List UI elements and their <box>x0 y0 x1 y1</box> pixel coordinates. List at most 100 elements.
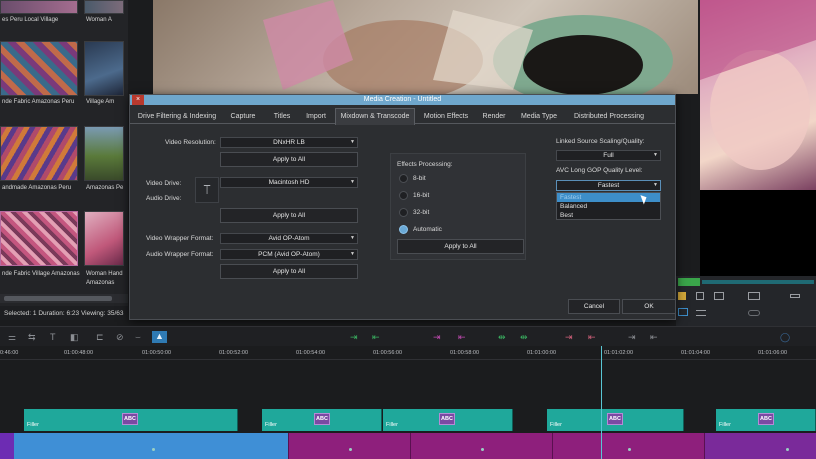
timeline-ruler[interactable]: 0:46:00 01:00:48:00 01:00:50:00 01:00:52… <box>0 346 816 360</box>
mark-icon[interactable]: ⇥ <box>433 332 441 342</box>
video-clip[interactable] <box>288 433 410 459</box>
viewer-position-bar[interactable] <box>702 280 814 284</box>
panel-icon[interactable]: ◧ <box>70 332 79 342</box>
apply-to-all-button[interactable]: Apply to All <box>220 264 358 279</box>
bin-status-bar: Selected: 1 Duration: 6:23 Viewing: 35/6… <box>0 306 128 320</box>
curve-icon[interactable]: ⌣ <box>135 332 141 342</box>
clip-marker <box>481 448 484 451</box>
filler-clip[interactable]: Filler ABC <box>383 409 513 431</box>
text-tool-icon[interactable]: T <box>50 332 56 342</box>
video-clip[interactable] <box>14 433 288 459</box>
viewer-button-icon[interactable] <box>696 310 706 316</box>
apply-to-all-button[interactable]: Apply to All <box>220 152 358 167</box>
scrollbar-thumb[interactable] <box>4 296 112 301</box>
viewer-button-icon[interactable] <box>714 292 724 300</box>
source-viewer[interactable] <box>153 0 698 94</box>
mark-icon[interactable]: ⇹ <box>520 332 528 342</box>
drive-link-icon[interactable]: ⟙ <box>195 177 219 203</box>
radio-32-bit-label: 32-bit <box>413 209 430 216</box>
filler-clip[interactable]: Filler ABC <box>716 409 816 431</box>
video-clip[interactable] <box>0 433 14 459</box>
bin-thumbnail[interactable] <box>0 41 78 96</box>
bin-thumbnail[interactable] <box>84 0 124 14</box>
tab-capture[interactable]: Capture <box>226 109 260 124</box>
bin-thumbnail[interactable] <box>0 0 78 14</box>
gop-quality-select[interactable]: Fastest ▼ <box>556 180 661 191</box>
bin-thumbnail[interactable] <box>0 211 78 266</box>
bin-thumbnail-caption: Amazonas <box>86 280 115 286</box>
timecode-label: 01:01:02:00 <box>604 350 634 356</box>
apply-to-all-button[interactable]: Apply to All <box>397 239 524 254</box>
chevron-down-icon: ▼ <box>653 152 658 158</box>
video-clip[interactable] <box>552 433 704 459</box>
audio-wrapper-format-select[interactable]: PCM (Avid OP-Atom) ▼ <box>220 249 358 260</box>
video-clip[interactable] <box>410 433 552 459</box>
timeline-playhead[interactable] <box>601 346 602 459</box>
lift-icon[interactable]: ⇥ <box>628 332 636 342</box>
video-wrapper-format-select[interactable]: Avid OP-Atom ▼ <box>220 233 358 244</box>
disable-icon[interactable]: ⊘ <box>116 332 124 342</box>
linked-source-scaling-label: Linked Source Scaling/Quality: <box>556 138 645 145</box>
extract-icon[interactable]: ⇤ <box>650 332 658 342</box>
viewer-button-icon[interactable] <box>696 292 704 300</box>
dialog-title: Media Creation - Untitled <box>130 95 675 105</box>
tab-titles[interactable]: Titles <box>268 109 296 124</box>
tab-mixdown-transcode[interactable]: Mixdown & Transcode <box>335 108 415 125</box>
radio-16-bit[interactable] <box>399 191 408 200</box>
timecode-label: 01:00:48:00 <box>64 350 94 356</box>
viewer-button-icon[interactable] <box>748 310 760 316</box>
tab-media-type[interactable]: Media Type <box>517 109 561 124</box>
insert-left-icon[interactable]: ⇥ <box>350 332 358 342</box>
cancel-button[interactable]: Cancel <box>568 299 620 314</box>
timecode-label: 01:00:52:00 <box>219 350 249 356</box>
video-resolution-select[interactable]: DNxHR LB ▼ <box>220 137 358 148</box>
close-button[interactable]: × <box>132 95 144 105</box>
viewer-button-icon[interactable] <box>790 294 800 298</box>
viewer-button-icon[interactable] <box>678 292 686 300</box>
apply-to-all-button[interactable]: Apply to All <box>220 208 358 223</box>
mark-icon[interactable]: ⇤ <box>458 332 466 342</box>
mark-icon[interactable]: ⇤ <box>588 332 596 342</box>
gop-quality-value: Fastest <box>597 182 620 189</box>
settings-sliders-icon[interactable]: ⚌ <box>8 332 16 342</box>
viewer-button-icon[interactable] <box>678 308 688 316</box>
video-clip[interactable] <box>704 433 816 459</box>
bin-thumbnail[interactable] <box>0 126 78 181</box>
tab-import[interactable]: Import <box>302 109 330 124</box>
clip-name: Filler <box>719 422 731 428</box>
tab-drive-filtering[interactable]: Drive Filtering & Indexing <box>135 109 219 124</box>
video-drive-label: Video Drive: <box>146 180 182 187</box>
viewer-button-icon[interactable] <box>748 292 760 300</box>
ok-button[interactable]: OK <box>622 299 676 314</box>
link-icon[interactable]: ⇆ <box>28 332 36 342</box>
filler-clip[interactable]: Filler ABC <box>547 409 684 431</box>
bin-thumbnail[interactable] <box>84 41 124 96</box>
record-viewer[interactable] <box>700 0 816 190</box>
radio-automatic[interactable] <box>399 225 408 234</box>
tab-motion-effects[interactable]: Motion Effects <box>420 109 472 124</box>
snap-icon[interactable]: ▲ <box>152 331 167 343</box>
video-resolution-value: DNxHR LB <box>273 139 305 146</box>
trim-icon[interactable]: ⊏ <box>96 332 104 342</box>
chevron-down-icon: ▼ <box>350 139 355 145</box>
insert-right-icon[interactable]: ⇤ <box>372 332 380 342</box>
bin-thumbnail[interactable] <box>84 126 124 181</box>
filler-clip[interactable]: Filler ABC <box>262 409 382 431</box>
tab-distributed-processing[interactable]: Distributed Processing <box>568 109 650 124</box>
dropdown-option-best[interactable]: Best <box>557 211 660 220</box>
clip-name: Filler <box>27 422 39 428</box>
filler-clip[interactable]: Filler ABC <box>24 409 238 431</box>
circle-icon[interactable]: ◯ <box>780 332 790 342</box>
effects-processing-label: Effects Processing: <box>397 161 453 168</box>
mark-icon[interactable]: ⇥ <box>565 332 573 342</box>
tab-render[interactable]: Render <box>479 109 509 124</box>
bin-thumbnail-caption: es Peru Local Village <box>2 17 59 23</box>
title-badge-icon: ABC <box>314 413 330 425</box>
bin-thumbnail[interactable] <box>84 211 124 266</box>
radio-32-bit[interactable] <box>399 208 408 217</box>
linked-source-scaling-select[interactable]: Full ▼ <box>556 150 661 161</box>
bin-scrollbar[interactable] <box>0 294 128 303</box>
mark-icon[interactable]: ⇹ <box>498 332 506 342</box>
radio-8-bit[interactable] <box>399 174 408 183</box>
video-drive-select[interactable]: Macintosh HD ▼ <box>220 177 358 188</box>
